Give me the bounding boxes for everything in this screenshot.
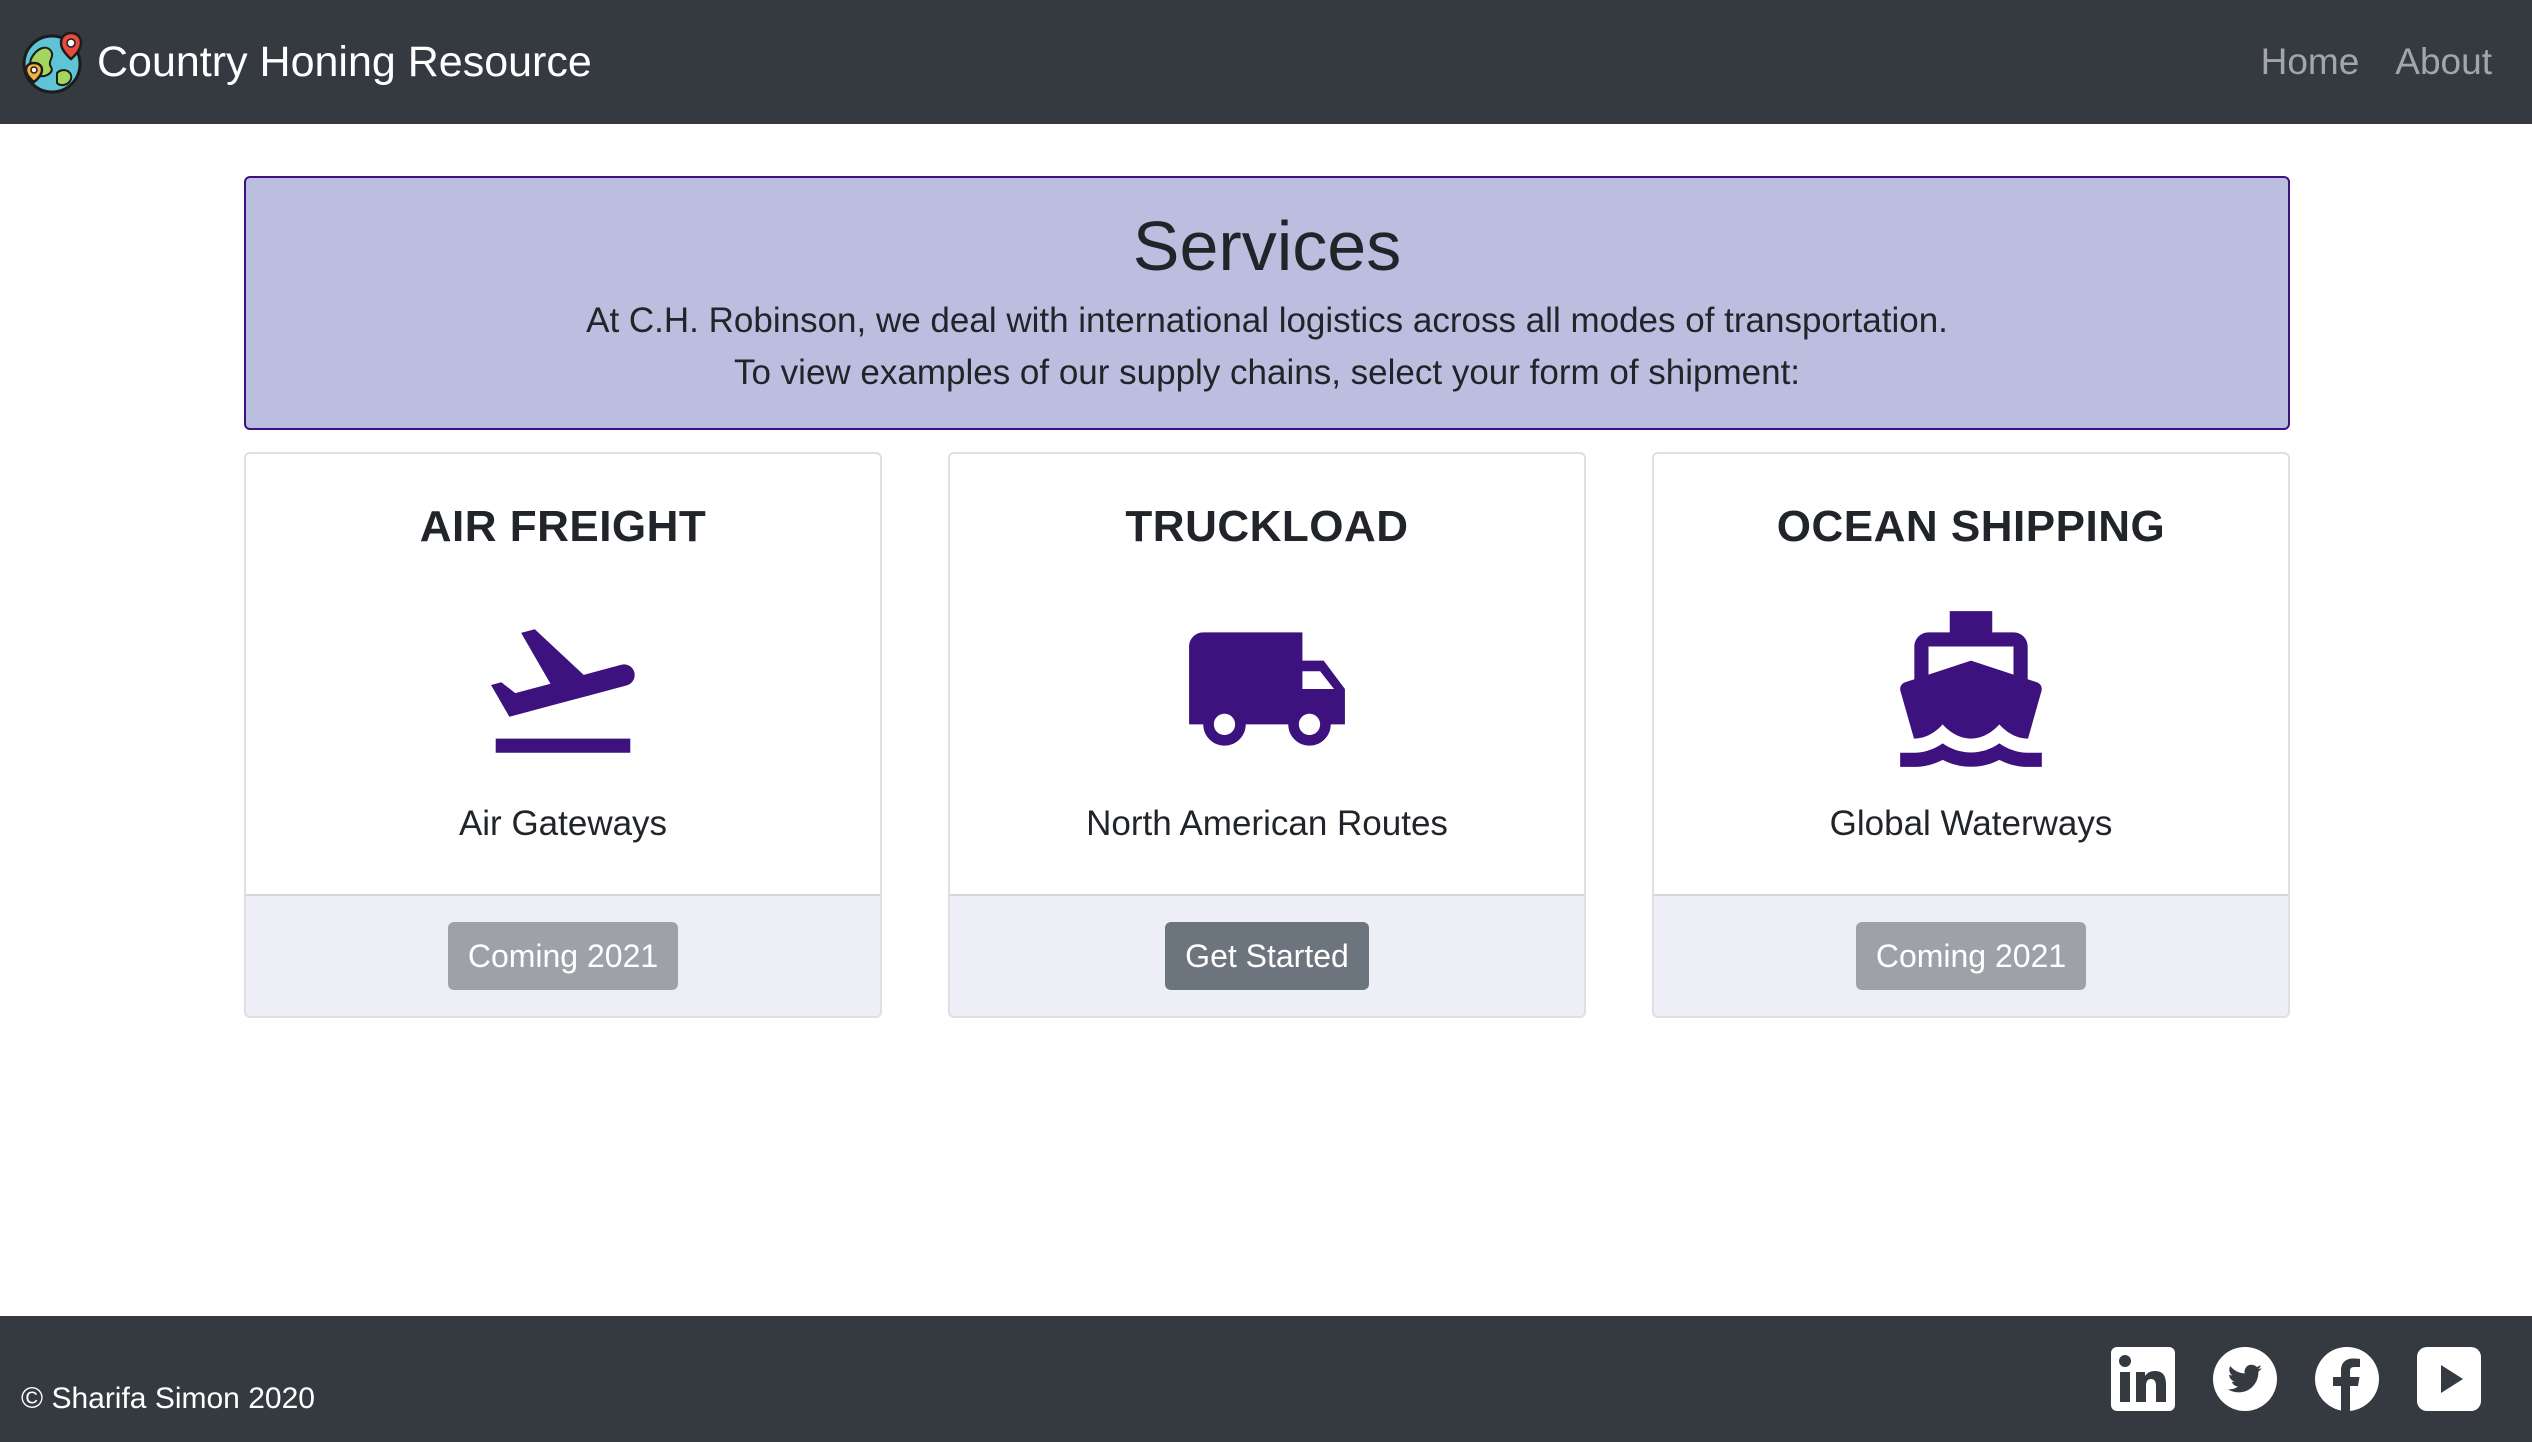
twitter-icon[interactable] [2212, 1346, 2278, 1412]
navbar: Country Honing Resource Home About [0, 0, 2532, 124]
banner-description: At C.H. Robinson, we deal with internati… [586, 301, 1948, 340]
linkedin-icon[interactable] [2110, 1346, 2176, 1412]
page-title: Services [1132, 207, 1402, 285]
card-body: OCEAN SHIPPING Global Waterways [1654, 454, 2288, 894]
card-text: North American Routes [1086, 804, 1448, 843]
card-footer: Get Started [950, 894, 1584, 1016]
card-footer: Coming 2021 [1654, 894, 2288, 1016]
nav-link-home[interactable]: Home [2261, 41, 2360, 83]
card-body: AIR FREIGHT Air Gateways [246, 454, 880, 894]
card-title: OCEAN SHIPPING [1776, 502, 2166, 551]
social-links [2110, 1346, 2482, 1412]
get-started-button[interactable]: Get Started [1165, 922, 1369, 990]
card-footer: Coming 2021 [246, 894, 880, 1016]
card-title: AIR FREIGHT [419, 502, 707, 551]
service-card-air-freight: AIR FREIGHT Air Gateways Coming 2021 [244, 452, 882, 1018]
card-title: TRUCKLOAD [1125, 502, 1409, 551]
truck-icon [1182, 604, 1352, 774]
footer: © Sharifa Simon 2020 [0, 1316, 2532, 1442]
card-text: Global Waterways [1829, 804, 2113, 843]
ship-icon [1886, 604, 2056, 774]
copyright: © Sharifa Simon 2020 [21, 1382, 315, 1415]
brand-title: Country Honing Resource [97, 37, 592, 86]
services-banner: Services At C.H. Robinson, we deal with … [244, 176, 2290, 430]
airplane-takeoff-icon [478, 604, 648, 774]
banner-instruction: To view examples of our supply chains, s… [733, 353, 1801, 392]
coming-2021-button[interactable]: Coming 2021 [1855, 922, 2087, 990]
youtube-icon[interactable] [2416, 1346, 2482, 1412]
card-text: Air Gateways [458, 804, 668, 843]
facebook-icon[interactable] [2314, 1346, 2380, 1412]
card-body: TRUCKLOAD North American Routes [950, 454, 1584, 894]
service-card-truckload: TRUCKLOAD North American Routes Get Star… [948, 452, 1586, 1018]
brand[interactable]: Country Honing Resource [21, 29, 592, 95]
coming-2021-button[interactable]: Coming 2021 [447, 922, 679, 990]
nav-links: Home About [2261, 41, 2492, 83]
service-card-ocean-shipping: OCEAN SHIPPING Global Waterways Coming 2… [1652, 452, 2290, 1018]
globe-map-pin-icon [21, 29, 87, 95]
nav-link-about[interactable]: About [2395, 41, 2492, 83]
